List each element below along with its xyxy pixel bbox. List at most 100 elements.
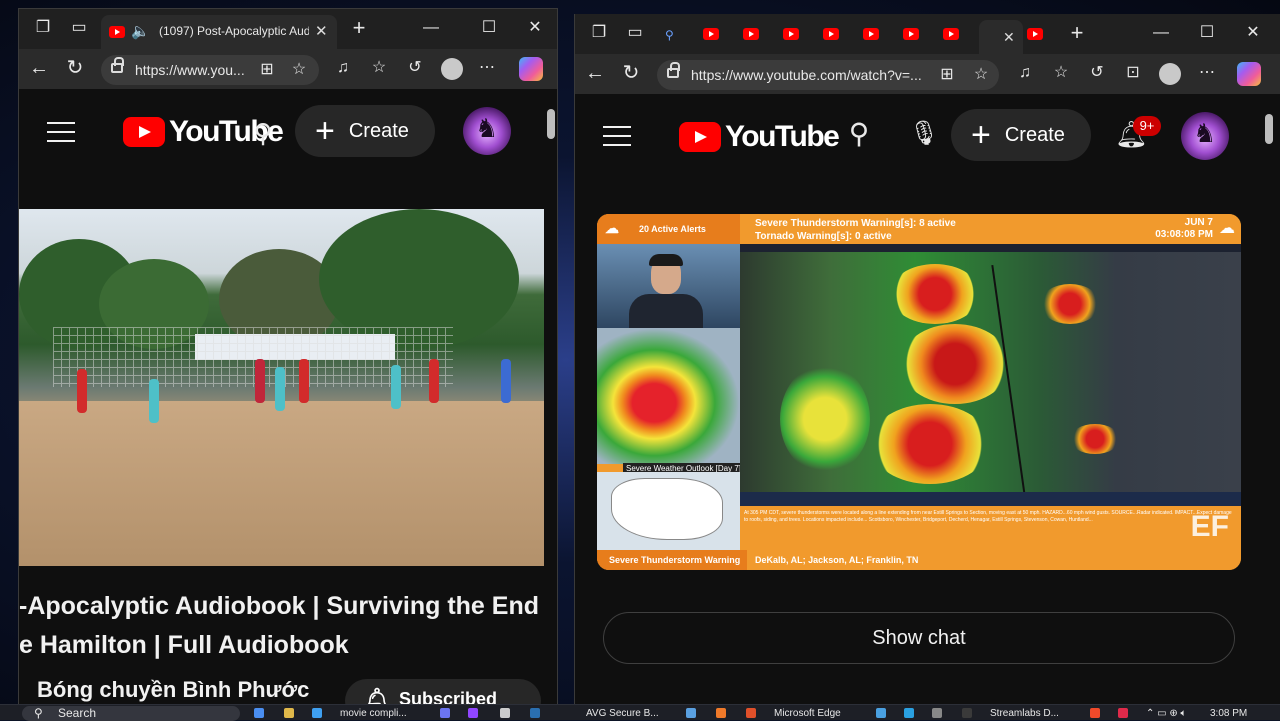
refresh-icon[interactable]: ↻	[63, 58, 87, 82]
app-icon[interactable]	[500, 708, 510, 718]
copilot-icon[interactable]	[519, 57, 543, 81]
twitch-icon[interactable]	[468, 708, 478, 718]
screenshot-icon[interactable]: ⊡	[1121, 63, 1145, 87]
taskbar-clock[interactable]: 3:08 PM	[1210, 708, 1247, 719]
right-active-tab[interactable]: ✕	[979, 20, 1023, 54]
minimize-icon[interactable]: —	[419, 18, 443, 42]
app-available-icon[interactable]: ⊞	[935, 65, 959, 89]
firefox-icon[interactable]	[716, 708, 726, 718]
taskbar-app-streamlabs[interactable]: Streamlabs D...	[990, 708, 1059, 719]
channel-name[interactable]: Bóng chuyền Bình Phước	[37, 677, 309, 703]
app-icon[interactable]	[312, 708, 322, 718]
taskbar-app-avg[interactable]: AVG Secure B...	[586, 708, 659, 719]
favorite-star-icon[interactable]: ☆	[969, 65, 993, 89]
refresh-icon[interactable]: ↻	[619, 63, 643, 87]
taskbar-app-edge[interactable]: Microsoft Edge	[774, 708, 841, 719]
minimize-icon[interactable]: —	[1149, 23, 1173, 47]
tab[interactable]	[783, 26, 823, 46]
avatar[interactable]	[463, 107, 511, 155]
workspaces-icon[interactable]: ❐	[31, 18, 55, 42]
app-icon[interactable]	[962, 708, 972, 718]
tab[interactable]	[823, 26, 863, 46]
search-icon[interactable]: ⚲	[847, 120, 871, 148]
discord-icon[interactable]	[440, 708, 450, 718]
favorites-icon[interactable]: ☆	[367, 58, 391, 82]
tab-actions-icon[interactable]: ▭	[623, 23, 647, 47]
app-icon[interactable]	[686, 708, 696, 718]
player	[77, 369, 87, 413]
create-button[interactable]: + Create	[295, 105, 435, 157]
tab[interactable]	[943, 26, 983, 46]
right-video-player[interactable]: ☁ 20 Active Alerts Severe Thunderstorm W…	[597, 214, 1241, 570]
tab[interactable]	[743, 26, 783, 46]
favorite-star-icon[interactable]: ☆	[287, 60, 311, 84]
app-icon[interactable]	[876, 708, 886, 718]
history-icon[interactable]: ↺	[1085, 63, 1109, 87]
telegram-icon[interactable]	[904, 708, 914, 718]
taskbar-search[interactable]: ⚲ Search	[22, 706, 240, 721]
lock-icon	[667, 62, 680, 78]
left-video-player[interactable]	[19, 209, 544, 566]
app-icon[interactable]	[746, 708, 756, 718]
back-icon[interactable]: ←	[27, 58, 51, 82]
taskbar-app-label: AVG Secure B...	[586, 708, 659, 719]
scrollbar-thumb[interactable]	[1265, 114, 1273, 144]
storm-cell	[1070, 424, 1120, 454]
brave-icon[interactable]	[1090, 708, 1100, 718]
active-alerts-text: 20 Active Alerts	[639, 224, 706, 234]
player	[299, 359, 309, 403]
youtube-favicon-icon	[823, 28, 839, 40]
taskbar-app-movie[interactable]: movie compli...	[340, 708, 407, 719]
maximize-icon[interactable]: ☐	[1195, 23, 1219, 47]
file-explorer-icon[interactable]	[284, 708, 294, 718]
profile-icon[interactable]	[1159, 63, 1181, 85]
app-icon[interactable]	[1118, 708, 1128, 718]
create-button[interactable]: + Create	[951, 109, 1091, 161]
read-aloud-icon[interactable]: ♫	[331, 58, 355, 82]
search-icon[interactable]: ⚲	[251, 120, 275, 147]
avatar[interactable]	[1181, 112, 1229, 160]
tab[interactable]: ⚲	[665, 26, 705, 46]
menu-icon[interactable]	[603, 126, 631, 146]
more-menu-icon[interactable]: ⋯	[1195, 63, 1219, 87]
new-tab-icon[interactable]: +	[1065, 22, 1089, 47]
close-tab-icon[interactable]: ✕	[315, 22, 328, 40]
youtube-play-icon	[123, 117, 165, 147]
read-aloud-icon[interactable]: ♫	[1013, 63, 1037, 87]
back-icon[interactable]: ←	[583, 63, 607, 87]
app-icon[interactable]	[932, 708, 942, 718]
create-label: Create	[348, 119, 409, 142]
tab-actions-icon[interactable]: ▭	[67, 18, 91, 42]
tab[interactable]	[863, 26, 903, 46]
steam-icon[interactable]	[530, 708, 540, 718]
app-available-icon[interactable]: ⊞	[255, 60, 279, 84]
close-window-icon[interactable]: ✕	[523, 18, 547, 42]
time-text: 03:08:08 PM	[1155, 229, 1213, 240]
more-menu-icon[interactable]: ⋯	[475, 58, 499, 82]
player	[149, 379, 159, 423]
history-icon[interactable]: ↺	[403, 58, 427, 82]
menu-icon[interactable]	[47, 122, 75, 142]
tray-icons[interactable]: ⌃ ▭ ⊕ 🔈︎	[1146, 708, 1187, 719]
show-chat-button[interactable]: Show chat	[603, 612, 1235, 664]
copilot-icon[interactable]	[1237, 62, 1261, 86]
maximize-icon[interactable]: ☐	[477, 18, 501, 42]
new-tab-icon[interactable]: +	[347, 17, 371, 42]
tab[interactable]	[1027, 26, 1067, 46]
workspaces-icon[interactable]: ❐	[587, 23, 611, 47]
microphone-icon[interactable]: 🎙︎	[909, 122, 939, 148]
favorites-icon[interactable]: ☆	[1049, 63, 1073, 87]
tab[interactable]	[903, 26, 943, 46]
speaker-icon[interactable]: 🔈	[131, 22, 150, 40]
close-tab-icon[interactable]: ✕	[1003, 29, 1015, 46]
scrollbar-thumb[interactable]	[547, 109, 555, 139]
lock-icon	[111, 57, 124, 73]
tab[interactable]	[703, 26, 743, 46]
copilot-taskbar-icon[interactable]	[254, 708, 264, 718]
youtube-logo[interactable]: YouTube	[679, 120, 840, 154]
left-active-tab[interactable]: 🔈 (1097) Post-Apocalyptic Aud ✕	[101, 15, 337, 49]
close-window-icon[interactable]: ✕	[1241, 23, 1265, 47]
right-youtube-header: YouTube ⚲ 🎙︎ + Create 🔔︎ 9+	[575, 94, 1280, 190]
active-alerts-badge: ☁ 20 Active Alerts	[597, 214, 740, 244]
profile-icon[interactable]	[441, 58, 463, 80]
